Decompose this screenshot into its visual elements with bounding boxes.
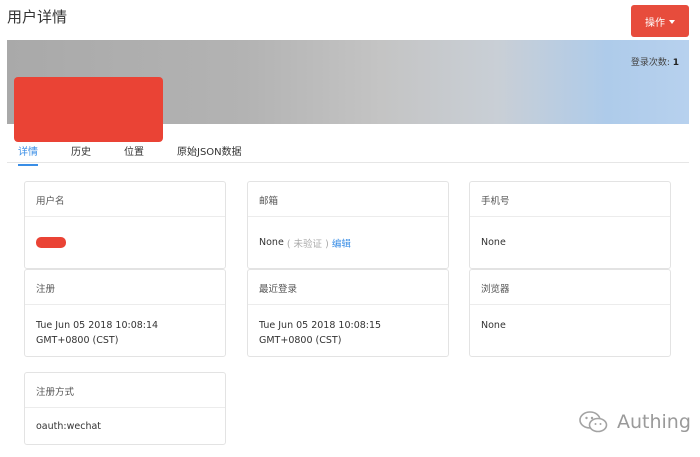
email-card: 邮箱 None ( 未验证 ) 编辑 (247, 181, 449, 269)
watermark-text: Authing (617, 411, 691, 433)
phone-label: 手机号 (470, 182, 670, 217)
tab-location[interactable]: 位置 (124, 143, 144, 164)
tab-history[interactable]: 历史 (71, 143, 91, 164)
tab-bar: 详情 历史 位置 原始JSON数据 (7, 140, 689, 166)
actions-label: 操作 (645, 17, 665, 29)
login-count-label: 登录次数: (630, 58, 670, 68)
last-login-label: 最近登录 (248, 270, 448, 305)
register-method-value: oauth:wechat (36, 420, 102, 432)
email-verify-status: ( 未验证 ) (286, 238, 329, 250)
phone-card: 手机号 None (469, 181, 671, 269)
actions-dropdown-button[interactable]: 操作 (631, 5, 689, 37)
email-value: None (259, 237, 284, 248)
avatar (14, 77, 163, 142)
register-method-card: 注册方式 oauth:wechat (24, 372, 226, 445)
last-login-value: Tue Jun 05 2018 10:08:15 GMT+0800 (CST) (259, 320, 382, 346)
page-title: 用户详情 (7, 8, 68, 26)
registered-value: Tue Jun 05 2018 10:08:14 GMT+0800 (CST) (36, 320, 159, 346)
authing-watermark: Authing (579, 410, 691, 434)
caret-down-icon (669, 19, 675, 24)
username-card: 用户名 (24, 181, 226, 269)
tab-details[interactable]: 详情 (18, 143, 38, 166)
tab-raw-json[interactable]: 原始JSON数据 (177, 143, 242, 164)
wechat-logo-icon (579, 411, 608, 433)
username-label: 用户名 (25, 182, 225, 217)
login-count-value: 1 (672, 58, 679, 68)
phone-value: None (481, 237, 506, 248)
email-label: 邮箱 (248, 182, 448, 217)
email-edit-link[interactable]: 编辑 (332, 236, 351, 250)
registered-label: 注册 (25, 270, 225, 305)
username-value-redacted (36, 237, 66, 248)
browser-value: None (481, 320, 506, 331)
browser-card: 浏览器 None (469, 269, 671, 357)
browser-label: 浏览器 (470, 270, 670, 305)
register-method-label: 注册方式 (25, 373, 225, 408)
registered-card: 注册 Tue Jun 05 2018 10:08:14 GMT+0800 (CS… (24, 269, 226, 357)
last-login-card: 最近登录 Tue Jun 05 2018 10:08:15 GMT+0800 (… (247, 269, 449, 357)
login-count: 登录次数: 1 (631, 55, 679, 68)
